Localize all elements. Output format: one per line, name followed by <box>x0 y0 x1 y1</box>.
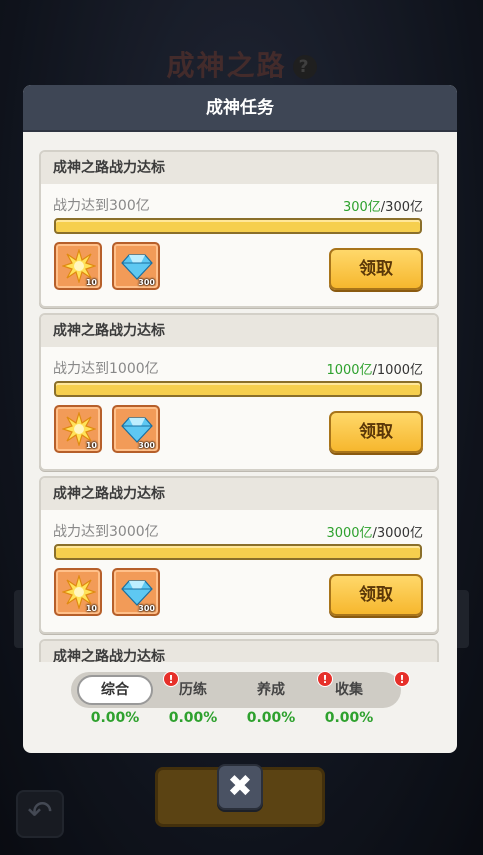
reward-item[interactable]: 300 <box>112 405 160 453</box>
reward-item[interactable]: 300 <box>112 242 160 290</box>
close-button[interactable]: ✖ <box>217 764 263 810</box>
reward-item[interactable]: 10 <box>54 242 102 290</box>
reward-count: 300 <box>138 278 155 287</box>
task-condition: 战力达到3000亿 <box>53 524 159 540</box>
progress-current: 3000亿 <box>326 526 373 541</box>
progress-current: 1000亿 <box>326 363 373 378</box>
tab-percent: 0.00% <box>90 710 140 726</box>
tab-percent: 0.00% <box>168 710 218 726</box>
dialog-title: 成神任务 <box>23 85 457 132</box>
reward-count: 10 <box>85 604 97 613</box>
reward-count: 300 <box>138 441 155 450</box>
claim-button[interactable]: 领取 <box>329 574 423 616</box>
tab-zonghe[interactable]: 综合 <box>77 675 153 705</box>
task-progress-text: 1000亿/1000亿 <box>326 359 423 378</box>
progress-target: /300亿 <box>380 200 423 215</box>
progress-bar <box>54 218 422 234</box>
claim-button[interactable]: 领取 <box>329 248 423 290</box>
tab-yangcheng[interactable]: 养成 <box>233 675 309 705</box>
task-title: 成神之路战力达标 <box>41 478 437 510</box>
task-condition: 战力达到1000亿 <box>53 361 159 377</box>
tab-percent: 0.00% <box>246 710 296 726</box>
progress-bar <box>54 544 422 560</box>
reward-count: 10 <box>85 278 97 287</box>
task-condition: 战力达到300亿 <box>53 198 150 214</box>
reward-item[interactable]: 10 <box>54 405 102 453</box>
reward-count: 10 <box>85 441 97 450</box>
close-icon: ✖ <box>227 769 253 804</box>
task-card: 成神之路战力达标 战力达到3000亿 3000亿/3000亿 10 300 领取 <box>39 476 439 634</box>
task-list[interactable]: 成神之路战力达标 战力达到300亿 300亿/300亿 10 300 领取 成神… <box>39 150 439 662</box>
alert-badge-icon: ! <box>394 671 410 687</box>
reward-count: 300 <box>138 604 155 613</box>
claim-button[interactable]: 领取 <box>329 411 423 453</box>
task-card: 成神之路战力达标 战力达到1000亿 1000亿/1000亿 10 300 领取 <box>39 313 439 471</box>
task-progress-text: 300亿/300亿 <box>343 196 423 215</box>
tab-percent: 0.00% <box>324 710 374 726</box>
progress-bar <box>54 381 422 397</box>
task-title: 成神之路战力达标 <box>41 641 437 662</box>
task-title: 成神之路战力达标 <box>41 315 437 347</box>
reward-item[interactable]: 10 <box>54 568 102 616</box>
task-card: 成神之路战力达标 战力达到300亿 300亿/300亿 10 300 领取 <box>39 150 439 308</box>
task-progress-text: 3000亿/3000亿 <box>326 522 423 541</box>
category-tabs: 综合 历练 养成 收集 ! ! ! <box>71 671 410 708</box>
task-dialog: 成神任务 成神之路战力达标 战力达到300亿 300亿/300亿 10 300 … <box>23 85 457 753</box>
task-title: 成神之路战力达标 <box>41 152 437 184</box>
progress-target: /1000亿 <box>372 363 423 378</box>
progress-current: 300亿 <box>342 200 381 215</box>
alert-badge-icon: ! <box>317 671 333 687</box>
task-card: 成神之路战力达标 <box>39 639 439 662</box>
progress-target: /3000亿 <box>372 526 423 541</box>
alert-badge-icon: ! <box>163 671 179 687</box>
reward-item[interactable]: 300 <box>112 568 160 616</box>
